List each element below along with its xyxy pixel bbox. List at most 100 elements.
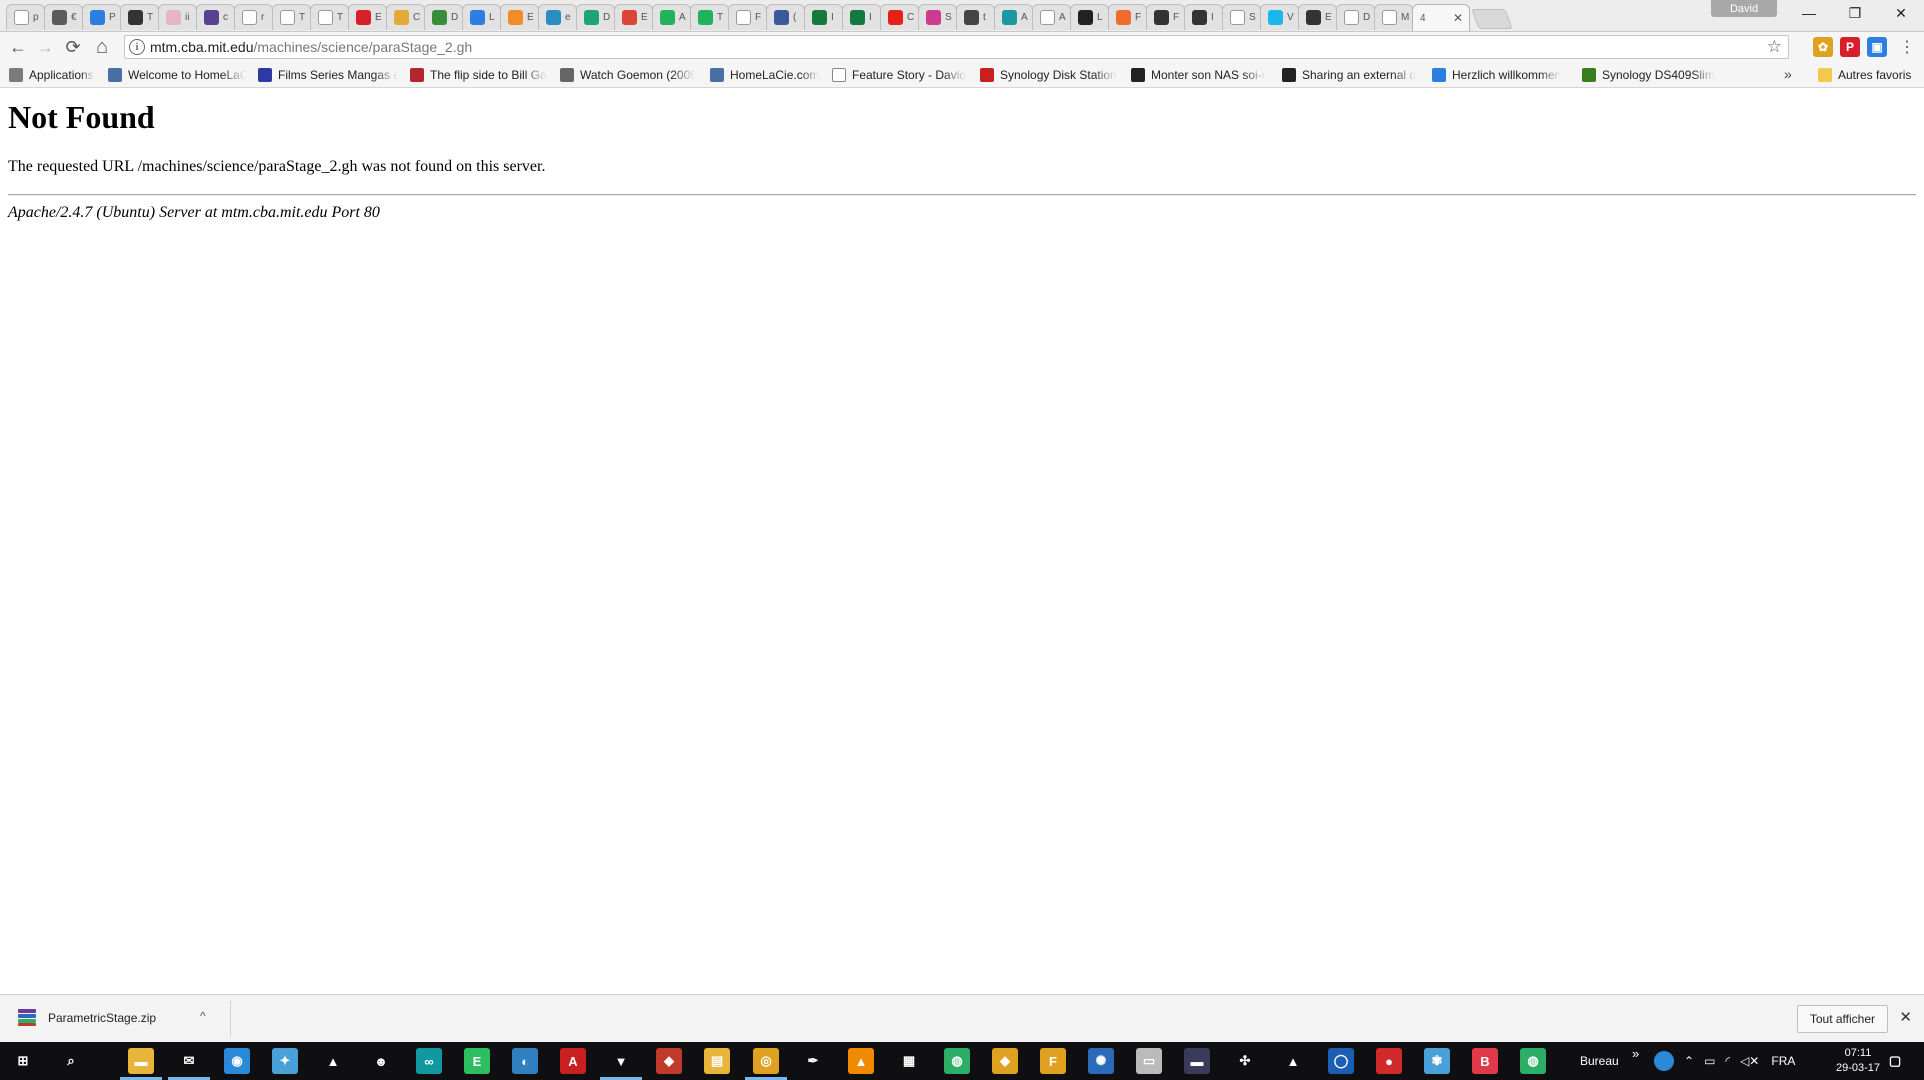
minimize-button[interactable]: — — [1786, 0, 1832, 26]
app-flower-icon[interactable]: ✾ — [1424, 1048, 1450, 1074]
active-tab[interactable]: 4 ✕ — [1412, 4, 1470, 31]
reload-button[interactable]: ⟳ — [61, 36, 85, 58]
browser-tab[interactable]: p — [6, 4, 45, 30]
browser-tab[interactable]: S — [918, 4, 957, 30]
app-red-b-icon[interactable]: B — [1472, 1048, 1498, 1074]
bookmark-item[interactable]: Applications — [9, 66, 94, 84]
browser-tab[interactable]: E — [348, 4, 387, 30]
bookmark-item[interactable]: Herzlich willkommen — [1432, 66, 1561, 84]
app-wheel-icon[interactable]: ✺ — [1088, 1048, 1114, 1074]
bookmark-item[interactable]: HomeLaCie.com — [710, 66, 819, 84]
network-icon[interactable]: ◜ — [1725, 1054, 1730, 1068]
browser-tab[interactable]: ( — [766, 4, 805, 30]
app-fish-icon[interactable]: ◐ — [512, 1048, 538, 1074]
language-indicator[interactable]: FRA — [1771, 1054, 1795, 1068]
browser-tab[interactable]: F — [1146, 4, 1185, 30]
close-download-bar-icon[interactable]: ✕ — [1899, 1008, 1912, 1026]
browser-tab[interactable]: C — [386, 4, 425, 30]
calculator-icon[interactable]: ▦ — [896, 1048, 922, 1074]
browser-tab[interactable]: A — [1032, 4, 1071, 30]
pinterest-extension-icon[interactable]: P — [1840, 37, 1860, 57]
bookmark-item[interactable]: Monter son NAS soi-r — [1131, 66, 1266, 84]
vlc-icon[interactable]: ▲ — [848, 1048, 874, 1074]
start-icon[interactable]: ⊞ — [10, 1048, 36, 1074]
browser-tab[interactable]: r — [234, 4, 273, 30]
clock[interactable]: 07:11 29-03-17 — [1836, 1046, 1880, 1076]
bookmark-item[interactable]: Welcome to HomeLaC — [108, 66, 246, 84]
forward-button[interactable]: → — [33, 36, 57, 58]
browser-tab[interactable]: A — [652, 4, 691, 30]
bookmark-item[interactable]: Watch Goemon (2009 — [560, 66, 695, 84]
browser-tab[interactable]: P — [82, 4, 121, 30]
app-green-globe-icon[interactable]: ◍ — [944, 1048, 970, 1074]
download-options-chevron-icon[interactable]: ^ — [200, 1009, 206, 1023]
app-gamepad-icon[interactable]: ✣ — [1232, 1048, 1258, 1074]
browser-tab[interactable]: I — [804, 4, 843, 30]
browser-tab[interactable]: I — [842, 4, 881, 30]
acrobat-icon[interactable]: A — [560, 1048, 586, 1074]
app-bird-icon[interactable]: ▼ — [608, 1048, 634, 1074]
app-card-icon[interactable]: ▭ — [1136, 1048, 1162, 1074]
tray-overflow-icon[interactable]: » — [1632, 1034, 1639, 1072]
app-rocket-icon[interactable]: ✦ — [272, 1048, 298, 1074]
address-bar[interactable]: i mtm.cba.mit.edu/machines/science/paraS… — [124, 35, 1789, 59]
volume-muted-icon[interactable]: ◁✕ — [1740, 1054, 1759, 1068]
browser-tab[interactable]: E — [500, 4, 539, 30]
browser-tab[interactable]: T — [120, 4, 159, 30]
bookmarks-overflow-button[interactable]: » — [1784, 65, 1792, 83]
download-item[interactable]: ParametricStage.zip — [18, 1007, 156, 1029]
browser-tab[interactable]: L — [1070, 4, 1109, 30]
bookmark-item[interactable]: Films Series Mangas e — [258, 66, 398, 84]
back-button[interactable]: ← — [6, 36, 30, 58]
browser-tab[interactable]: V — [1260, 4, 1299, 30]
browser-tab[interactable]: M — [1374, 4, 1413, 30]
chrome-icon[interactable]: ◎ — [753, 1048, 779, 1074]
photos-icon[interactable]: ▲ — [320, 1048, 346, 1074]
browser-tab[interactable]: T — [690, 4, 729, 30]
bookmark-star-icon[interactable]: ☆ — [1767, 37, 1782, 57]
browser-tab[interactable]: c — [196, 4, 235, 30]
browser-tab[interactable]: T — [310, 4, 349, 30]
new-tab-button[interactable] — [1471, 9, 1513, 29]
app-f-icon[interactable]: F — [1040, 1048, 1066, 1074]
browser-tab[interactable]: L — [462, 4, 501, 30]
app-red-disc-icon[interactable]: ● — [1376, 1048, 1402, 1074]
bookmark-item[interactable]: Synology DS409Slim — [1582, 66, 1715, 84]
maximize-button[interactable]: ❐ — [1832, 0, 1878, 26]
battery-icon[interactable]: ▭ — [1704, 1054, 1715, 1068]
app-mountain-icon[interactable]: ▲ — [1280, 1048, 1306, 1074]
arduino-icon[interactable]: ∞ — [416, 1048, 442, 1074]
app-spaceman-icon[interactable]: ☻ — [368, 1048, 394, 1074]
bookmark-item[interactable]: The flip side to Bill Ga — [410, 66, 547, 84]
show-hidden-icons-icon[interactable]: ⌃ — [1684, 1054, 1694, 1068]
browser-tab[interactable]: t — [956, 4, 995, 30]
url-text[interactable]: mtm.cba.mit.edu/machines/science/paraSta… — [150, 39, 472, 55]
browser-tab[interactable]: E — [614, 4, 653, 30]
browser-tab[interactable]: D — [424, 4, 463, 30]
file-explorer-icon[interactable]: ▬ — [128, 1048, 154, 1074]
browser-tab[interactable]: E — [1298, 4, 1337, 30]
extension-icon-1[interactable]: ✿ — [1813, 37, 1833, 57]
browser-tab[interactable]: D — [576, 4, 615, 30]
app-document-icon[interactable]: ▤ — [704, 1048, 730, 1074]
home-button[interactable]: ⌂ — [90, 36, 114, 58]
site-info-icon[interactable]: i — [129, 39, 145, 55]
app-keyboard-icon[interactable]: ▬ — [1184, 1048, 1210, 1074]
browser-tab[interactable]: I — [1184, 4, 1223, 30]
close-tab-icon[interactable]: ✕ — [1453, 11, 1463, 25]
other-bookmarks-folder[interactable]: Autres favoris — [1818, 66, 1911, 84]
browser-tab[interactable]: F — [728, 4, 767, 30]
extension-icon-3[interactable]: ▣ — [1867, 37, 1887, 57]
browser-tab[interactable]: S — [1222, 4, 1261, 30]
app-green-globe-2-icon[interactable]: ◍ — [1520, 1048, 1546, 1074]
profile-button[interactable]: David — [1711, 0, 1777, 17]
search-icon[interactable]: ⌕ — [58, 1048, 84, 1074]
bookmark-item[interactable]: Synology Disk Station — [980, 66, 1117, 84]
bookmark-item[interactable]: Sharing an external d — [1282, 66, 1416, 84]
action-center-icon[interactable]: ▢ — [1882, 1048, 1908, 1074]
chrome-menu-icon[interactable]: ⋮ — [1895, 36, 1919, 58]
browser-tab[interactable]: T — [272, 4, 311, 30]
browser-tab[interactable]: C — [880, 4, 919, 30]
close-window-button[interactable]: ✕ — [1878, 0, 1924, 26]
desktop-toolbar-label[interactable]: Bureau — [1580, 1042, 1619, 1080]
